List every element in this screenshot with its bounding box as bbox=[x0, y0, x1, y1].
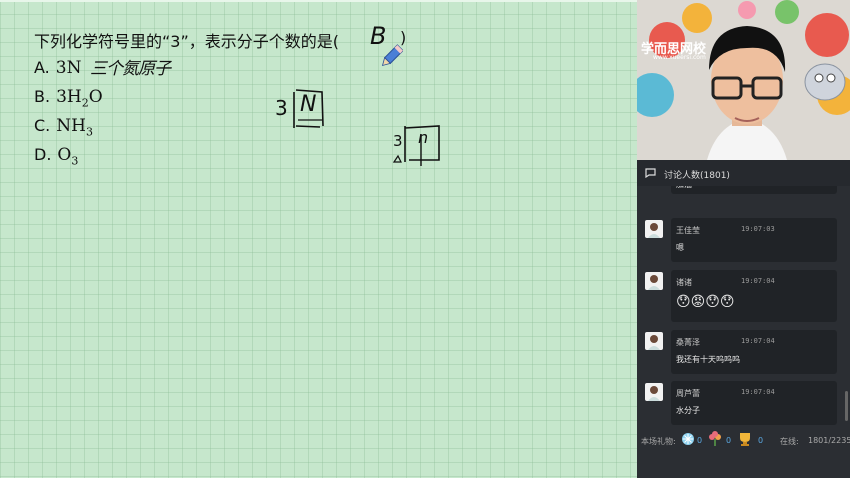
chat-message-text: 我还有十天呜呜呜 bbox=[676, 355, 740, 364]
flower-gift-icon[interactable] bbox=[707, 431, 723, 447]
chat-username: 王佳莹 bbox=[676, 226, 700, 235]
chat-scrollbar[interactable] bbox=[845, 391, 848, 421]
emoji-icon: 😯 bbox=[705, 294, 720, 310]
option-c: C. NH3 bbox=[34, 116, 93, 139]
teacher-video-frame bbox=[637, 0, 850, 160]
gift-count: 0 bbox=[758, 436, 764, 445]
avatar bbox=[645, 220, 663, 238]
chat-username: 周芦蕾 bbox=[676, 389, 700, 398]
video-school-url: www.xueersi.com bbox=[653, 54, 706, 61]
online-label: 在线: bbox=[780, 437, 799, 446]
chat-count-label: 讨论人数(1801) bbox=[664, 171, 730, 181]
whiteboard: 下列化学符号里的“3”，表示分子个数的是( B ) A. 3N 三个氮原子 B. 3… bbox=[0, 0, 637, 478]
avatar bbox=[645, 383, 663, 401]
avatar bbox=[645, 272, 663, 290]
annotation-coefficient-1: 3 bbox=[275, 96, 288, 120]
emoji-icon: 😯 bbox=[719, 294, 735, 310]
chat-list[interactable]: 加油 王佳莹 19:07:03 嗯 诸诸 19:07:04 😯😡😯😯 桑菁泽 1… bbox=[637, 186, 850, 430]
chat-username: 诸诸 bbox=[676, 278, 692, 287]
trophy-gift-icon[interactable] bbox=[737, 431, 753, 447]
online-count: 1801/2235 bbox=[808, 436, 850, 445]
gift-count: 0 bbox=[697, 436, 703, 445]
chat-message-text: 加油 bbox=[676, 186, 692, 190]
option-b: B. 3H2O bbox=[34, 87, 103, 110]
emoji-icon: 😡 bbox=[690, 294, 706, 310]
chat-message-text: 嗯 bbox=[676, 243, 684, 252]
question-stem: 下列化学符号里的“3”，表示分子个数的是( bbox=[34, 28, 339, 52]
chat-timestamp: 19:07:03 bbox=[741, 225, 775, 233]
chat-header: 讨论人数(1801) bbox=[637, 160, 850, 186]
gift-count: 0 bbox=[726, 436, 732, 445]
annotation-symbol-2: n bbox=[418, 128, 429, 147]
chat-username: 桑菁泽 bbox=[676, 338, 700, 347]
option-d: D. O3 bbox=[34, 145, 79, 168]
annotation-symbol-1: N bbox=[300, 92, 317, 117]
chat-emoji-row: 😯😡😯😯 bbox=[676, 294, 734, 310]
gifts-label: 本场礼物: bbox=[641, 437, 676, 446]
question-text: 下列化学符号里的“3”，表示分子个数的是( bbox=[34, 32, 340, 51]
option-a-handwritten-note: 三个氮原子 bbox=[90, 59, 171, 79]
gift-bar: 本场礼物: 0 0 0 在线: 1801/2235 bbox=[637, 430, 850, 478]
chat-timestamp: 19:07:04 bbox=[741, 277, 775, 285]
chat-timestamp: 19:07:04 bbox=[741, 388, 775, 396]
chat-message-text: 水分子 bbox=[676, 406, 700, 415]
teacher-video: 学而思网校 www.xueersi.com bbox=[637, 0, 850, 160]
emoji-icon: 😯 bbox=[676, 294, 691, 310]
board-top-edge bbox=[0, 0, 637, 2]
avatar bbox=[645, 332, 663, 350]
pen-cursor-icon bbox=[381, 44, 403, 67]
chat-timestamp: 19:07:04 bbox=[741, 337, 775, 345]
snowflake-gift-icon[interactable] bbox=[681, 432, 695, 446]
chat-bubble-icon bbox=[645, 168, 656, 178]
option-a: A. 3N bbox=[34, 58, 82, 78]
